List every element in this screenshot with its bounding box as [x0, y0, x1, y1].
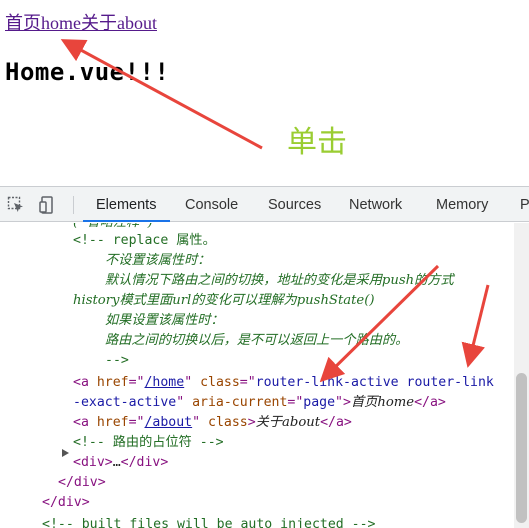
attr-name: class — [200, 375, 240, 390]
dom-node-div-collapsed[interactable]: <div>…</div> — [73, 453, 168, 473]
dom-comment-line: 路由之间的切换以后，是不可以返回上一个路由的。 — [105, 333, 409, 348]
dom-comment-line: <!-- built files will be auto injected -… — [42, 517, 376, 528]
attr-value: page — [303, 395, 336, 410]
dom-node-home-link[interactable]: <a href="/home" class="router-link-activ… — [73, 373, 494, 393]
tag-open: <div> — [73, 455, 113, 470]
page-viewport: 首页home关于about Home.vue!!! 单击 — [0, 0, 529, 186]
dom-comment-line: 如果设置该属性时： — [105, 313, 224, 328]
about-link[interactable]: 关于about — [81, 13, 157, 33]
tag-close: </a> — [320, 415, 352, 430]
tab-elements[interactable]: Elements — [82, 187, 172, 222]
tab-console[interactable]: Console — [185, 187, 238, 222]
attr-name: class — [208, 415, 248, 430]
punct: " — [335, 395, 343, 410]
dom-node-about-link[interactable]: <a href="/about" class>关于about</a> — [73, 413, 352, 433]
ellipsis[interactable]: … — [113, 455, 121, 470]
node-text: 首页home — [350, 395, 415, 410]
dom-comment-line: <!-- 路由的占位符 --> — [73, 435, 224, 450]
attr-value: -exact-active — [73, 395, 177, 410]
dom-node-close[interactable]: </div> — [42, 493, 90, 513]
device-toggle-icon[interactable] — [38, 195, 58, 215]
tab-performance[interactable]: P — [520, 187, 529, 222]
punct: =" — [287, 395, 304, 410]
href-about-link[interactable]: /about — [144, 415, 192, 430]
dom-comment-line: --> — [105, 353, 129, 368]
punct: > — [343, 395, 351, 410]
page-heading: Home.vue!!! — [5, 58, 170, 86]
punct: " — [176, 395, 193, 410]
expand-triangle-icon[interactable] — [62, 449, 69, 457]
attr-name: href — [96, 375, 129, 390]
dom-node-close[interactable]: </div> — [58, 473, 106, 493]
scrollbar-thumb[interactable] — [516, 373, 527, 523]
punct: " — [192, 415, 209, 430]
punct: > — [247, 415, 256, 430]
dom-node-home-link-cont[interactable]: -exact-active" aria-current="page">首页hom… — [73, 393, 446, 413]
dom-comment-line: <!-- replace 属性。 — [73, 233, 216, 248]
click-annotation: 单击 — [287, 125, 347, 160]
punct: =" — [128, 415, 145, 430]
dom-comment-line: history模式里面url的变化可以理解为pushState() — [73, 293, 375, 308]
attr-name: aria-current — [192, 395, 288, 410]
punct: =" — [239, 375, 256, 390]
dom-comment-line: 不设置该属性时： — [105, 253, 211, 268]
tag-close: </div> — [120, 455, 169, 470]
punct: " — [184, 375, 201, 390]
tab-memory[interactable]: Memory — [436, 187, 488, 222]
tag-open: <a — [73, 415, 97, 430]
attr-value: router-link-active router-link — [255, 375, 494, 390]
tag-open: <a — [73, 375, 97, 390]
punct: =" — [128, 375, 145, 390]
href-home-link[interactable]: /home — [144, 375, 184, 390]
devtools-toolbar: Elements Console Sources Network Memory … — [0, 186, 529, 222]
tag-close: </a> — [414, 395, 446, 410]
attr-name: href — [96, 415, 129, 430]
toolbar-divider — [73, 196, 74, 214]
node-text: 关于about — [255, 415, 321, 430]
dom-comment-line: 默认情况下路由之间的切换，地址的变化是采用push的方式 — [105, 273, 454, 288]
tab-sources[interactable]: Sources — [268, 187, 321, 222]
nav-links: 首页home关于about — [5, 9, 157, 35]
vertical-scrollbar[interactable] — [514, 223, 529, 528]
elements-dom-tree: ( 省略注释 ) <!-- replace 属性。 不设置该属性时： 默认情况下… — [0, 223, 514, 528]
devtools-panel: Elements Console Sources Network Memory … — [0, 186, 529, 528]
tab-network[interactable]: Network — [349, 187, 402, 222]
home-link[interactable]: 首页home — [5, 13, 81, 33]
inspect-element-icon[interactable] — [6, 195, 26, 215]
